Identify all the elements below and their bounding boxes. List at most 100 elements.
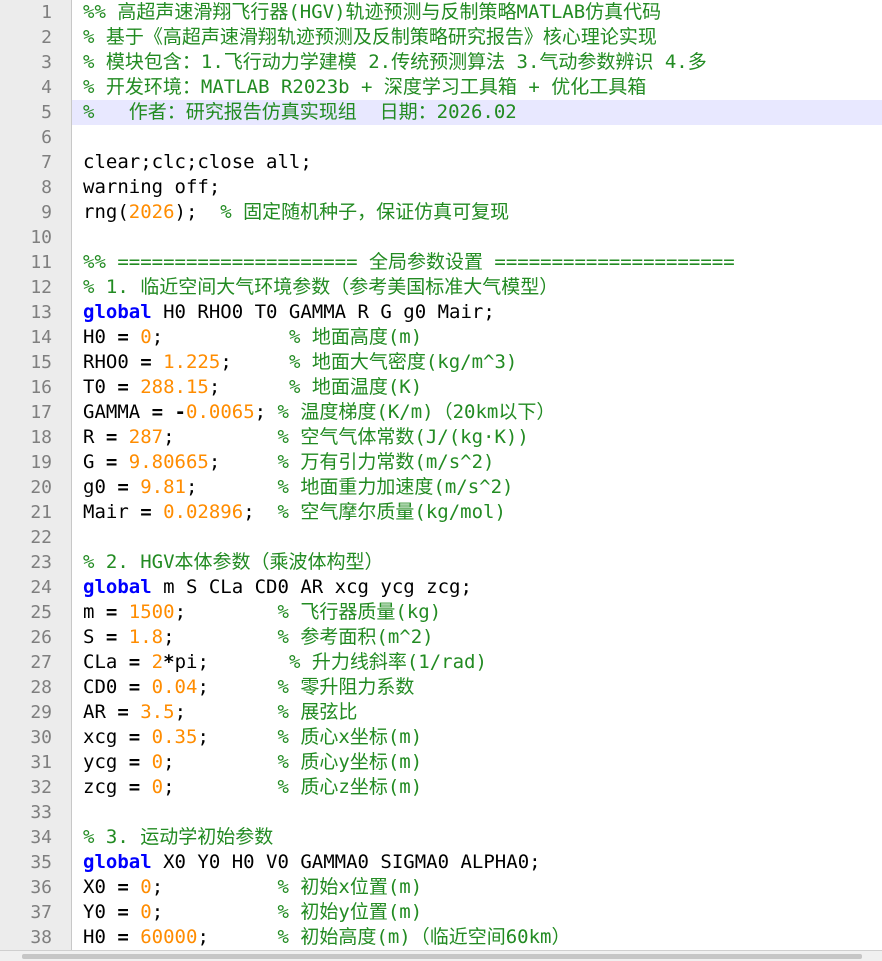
code-token-code: ; xyxy=(163,751,278,773)
code-token-code: ; xyxy=(151,876,278,898)
code-token-op: = xyxy=(140,501,152,523)
code-line[interactable]: X0 = 0; % 初始x位置(m) xyxy=(72,875,882,900)
code-line[interactable] xyxy=(72,225,882,250)
code-line[interactable]: CLa = 2*pi; % 升力线斜率(1/rad) xyxy=(72,650,882,675)
line-number: 38 xyxy=(30,927,52,948)
code-token-op: = xyxy=(117,926,129,948)
code-token-comment: % 1. 临近空间大气环境参数（参考美国标准大气模型） xyxy=(83,276,559,298)
line-number: 21 xyxy=(30,502,52,523)
code-line[interactable]: clear;clc;close all; xyxy=(72,150,882,175)
code-line[interactable]: rng(2026); % 固定随机种子，保证仿真可复现 xyxy=(72,200,882,225)
horizontal-scrollbar[interactable] xyxy=(0,950,882,961)
code-line[interactable]: global X0 Y0 H0 V0 GAMMA0 SIGMA0 ALPHA0; xyxy=(72,850,882,875)
line-number: 13 xyxy=(30,302,52,323)
code-line[interactable]: % 开发环境：MATLAB R2023b + 深度学习工具箱 + 优化工具箱 xyxy=(72,75,882,100)
code-token-code: ; xyxy=(243,501,278,523)
code-token-op: = xyxy=(105,601,118,623)
scrollbar-thumb[interactable] xyxy=(22,954,862,959)
line-number: 14 xyxy=(30,327,52,348)
code-line[interactable] xyxy=(72,800,882,825)
code-token-code: ; xyxy=(174,701,278,723)
code-token-code: ; xyxy=(174,601,278,623)
code-line[interactable]: GAMMA = -0.0065; % 温度梯度(K/m)（20km以下） xyxy=(72,400,882,425)
code-token-number: 0 xyxy=(151,776,164,798)
code-token-code: pi; xyxy=(174,651,289,673)
code-token-number: 1500 xyxy=(128,601,175,623)
code-line[interactable]: G = 9.80665; % 万有引力常数(m/s^2) xyxy=(72,450,882,475)
code-line[interactable]: H0 = 0; % 地面高度(m) xyxy=(72,325,882,350)
code-token-code xyxy=(140,776,151,798)
code-token-code: warning off; xyxy=(83,176,221,198)
code-line[interactable]: Mair = 0.02896; % 空气摩尔质量(kg/mol) xyxy=(72,500,882,525)
line-number: 31 xyxy=(30,752,52,773)
code-line[interactable]: % 基于《高超声速滑翔轨迹预测及反制策略研究报告》核心理论实现 xyxy=(72,25,882,50)
code-line[interactable]: R = 287; % 空气气体常数(J/(kg·K)) xyxy=(72,425,882,450)
code-token-code xyxy=(140,676,151,698)
line-number: 29 xyxy=(30,702,52,723)
code-line[interactable]: T0 = 288.15; % 地面温度(K) xyxy=(72,375,882,400)
code-line[interactable]: global m S CLa CD0 AR xcg ycg zcg; xyxy=(72,575,882,600)
code-token-code xyxy=(117,626,128,648)
code-line[interactable]: ycg = 0; % 质心y坐标(m) xyxy=(72,750,882,775)
code-token-comment: % 零升阻力系数 xyxy=(277,676,415,698)
code-editor[interactable]: 1 2 3 4 5 6 7 8 9 10 11 12 13 14 15 16 17 18 19 20 21 22 23 24 2… xyxy=(0,0,882,950)
line-number: 11 xyxy=(30,252,52,273)
code-token-code: clear;clc;close all; xyxy=(83,151,312,173)
code-token-comment: % 飞行器质量(kg) xyxy=(277,601,442,623)
code-token-comment: % 初始x位置(m) xyxy=(277,876,423,898)
code-token-op: = xyxy=(117,376,129,398)
code-line[interactable]: xcg = 0.35; % 质心x坐标(m) xyxy=(72,725,882,750)
code-line[interactable]: RHO0 = 1.225; % 地面大气密度(kg/m^3) xyxy=(72,350,882,375)
code-line[interactable]: % 模块包含：1.飞行动力学建模 2.传统预测算法 3.气动参数辨识 4.多 xyxy=(72,50,882,75)
code-token-op: = xyxy=(128,651,141,673)
code-token-number: 0 xyxy=(140,901,152,923)
code-token-number: 9.81 xyxy=(140,476,186,498)
code-line[interactable]: S = 1.8; % 参考面积(m^2) xyxy=(72,625,882,650)
code-line[interactable]: zcg = 0; % 质心z坐标(m) xyxy=(72,775,882,800)
code-line[interactable]: warning off; xyxy=(72,175,882,200)
code-line[interactable]: global H0 RHO0 T0 GAMMA R G g0 Mair; xyxy=(72,300,882,325)
code-token-comment: % 升力线斜率(1/rad) xyxy=(288,651,487,673)
line-number: 17 xyxy=(30,402,52,423)
code-token-number: 2 xyxy=(151,651,164,673)
code-area[interactable]: %% 高超声速滑翔飞行器(HGV)轨迹预测与反制策略MATLAB仿真代码 % 基于… xyxy=(72,0,882,950)
code-token-code: m xyxy=(83,601,106,623)
code-token-comment: % 基于《高超声速滑翔轨迹预测及反制策略研究报告》核心理论实现 xyxy=(83,26,657,48)
code-token-comment: % 空气摩尔质量(kg/mol) xyxy=(277,501,506,523)
code-line[interactable]: % 2. HGV本体参数（乘波体构型） xyxy=(72,550,882,575)
code-line[interactable] xyxy=(72,125,882,150)
code-token-code: H0 RHO0 T0 GAMMA R G g0 Mair; xyxy=(151,301,495,323)
code-line[interactable]: g0 = 9.81; % 地面重力加速度(m/s^2) xyxy=(72,475,882,500)
code-token-code: S xyxy=(83,626,106,648)
code-line[interactable]: H0 = 60000; % 初始高度(m)（临近空间60km） xyxy=(72,925,882,950)
code-line[interactable]: % 3. 运动学初始参数 xyxy=(72,825,882,850)
code-line[interactable]: % 1. 临近空间大气环境参数（参考美国标准大气模型） xyxy=(72,275,882,300)
code-token-code xyxy=(117,426,128,448)
code-token-code: ; xyxy=(197,926,278,948)
code-token-number: 60000 xyxy=(140,926,198,948)
code-line[interactable] xyxy=(72,525,882,550)
line-number: 5 xyxy=(41,102,52,123)
code-token-op: = xyxy=(151,401,164,423)
code-line[interactable]: AR = 3.5; % 展弦比 xyxy=(72,700,882,725)
code-token-number: 2026 xyxy=(128,201,175,223)
code-line[interactable]: m = 1500; % 飞行器质量(kg) xyxy=(72,600,882,625)
code-line[interactable]: %% 高超声速滑翔飞行器(HGV)轨迹预测与反制策略MATLAB仿真代码 xyxy=(72,0,882,25)
code-token-comment: % 万有引力常数(m/s^2) xyxy=(277,451,495,473)
code-line[interactable]: Y0 = 0; % 初始y位置(m) xyxy=(72,900,882,925)
code-token-comment: % 地面重力加速度(m/s^2) xyxy=(277,476,514,498)
code-token-code: ; xyxy=(151,901,278,923)
line-number: 25 xyxy=(30,602,52,623)
code-token-op: = xyxy=(105,451,118,473)
code-line[interactable]: CD0 = 0.04; % 零升阻力系数 xyxy=(72,675,882,700)
code-token-code: ); xyxy=(174,201,221,223)
code-token-code: ; xyxy=(197,726,278,748)
code-line[interactable]: % 作者：研究报告仿真实现组 日期：2026.02 xyxy=(72,100,882,125)
line-number: 28 xyxy=(30,677,52,698)
line-number: 2 xyxy=(41,27,52,48)
code-token-code: X0 Y0 H0 V0 GAMMA0 SIGMA0 ALPHA0; xyxy=(151,851,541,873)
code-line[interactable]: %% ===================== 全局参数设置 ========… xyxy=(72,250,882,275)
code-token-comment: % 质心x坐标(m) xyxy=(277,726,423,748)
code-token-code xyxy=(163,401,174,423)
code-token-number: 0 xyxy=(151,751,164,773)
